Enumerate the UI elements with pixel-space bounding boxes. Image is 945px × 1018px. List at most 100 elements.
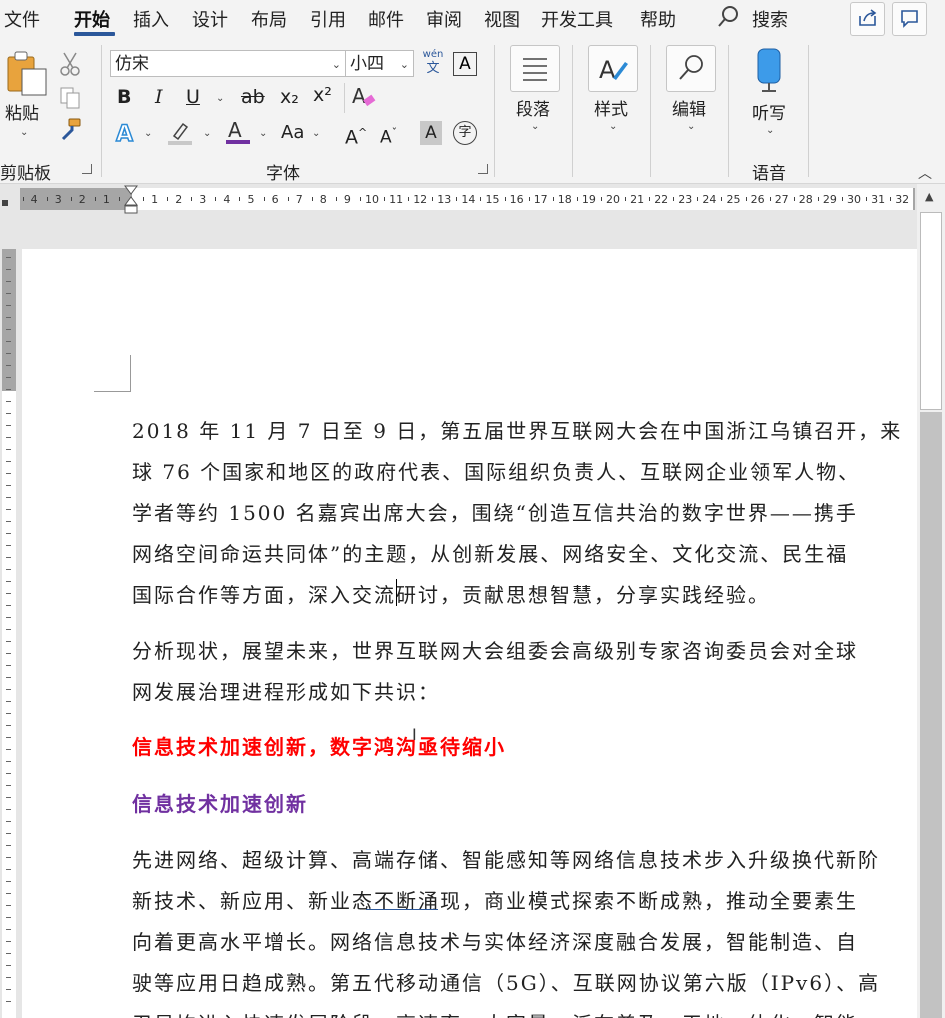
font-name-combo[interactable]: 仿宋 ⌄	[110, 50, 346, 77]
tab-references[interactable]: 引用	[310, 6, 346, 32]
scrollbar-thumb[interactable]	[920, 212, 942, 410]
enclose-characters-button[interactable]: 字	[453, 121, 477, 145]
ruler-tick	[287, 197, 289, 201]
paragraph-dropdown-icon[interactable]: ⌄	[531, 121, 539, 132]
subscript-button[interactable]: x₂	[280, 85, 299, 109]
svg-text:A: A	[228, 118, 242, 142]
superscript-button[interactable]: x²	[313, 83, 332, 107]
tab-mailings[interactable]: 邮件	[368, 6, 404, 32]
heading-level1[interactable]: 信息技术加速创新，数字鸿沟亟待缩小	[132, 731, 506, 760]
ruler-number: 4	[30, 193, 38, 206]
paste-dropdown-icon[interactable]: ⌄	[20, 127, 28, 138]
vruler-tick	[6, 545, 11, 546]
cut-icon[interactable]	[58, 51, 82, 81]
character-border-icon[interactable]: A	[453, 52, 477, 76]
scrollbar-track[interactable]	[920, 412, 942, 1018]
para1-line2[interactable]: 球 76 个国家和地区的政府代表、国际组织负责人、互联网企业领军人物、	[132, 456, 860, 485]
phonetic-guide-button[interactable]: wén 文	[420, 49, 446, 77]
share-button[interactable]	[850, 2, 885, 36]
editing-dropdown-icon[interactable]: ⌄	[687, 121, 695, 132]
vruler-tick	[6, 977, 11, 978]
ruler-number: 20	[606, 193, 620, 206]
tab-insert[interactable]: 插入	[133, 6, 169, 32]
underline-dropdown-icon[interactable]: ⌄	[216, 93, 224, 104]
highlight-color-icon[interactable]	[166, 119, 194, 151]
para3-line1[interactable]: 先进网络、超级计算、高端存储、智能感知等网络信息技术步入升级换代新阶	[132, 844, 880, 873]
para3-line2[interactable]: 新技术、新应用、新业态不断涌现，商业模式探索不断成熟，推动全要素生	[132, 885, 858, 914]
para3-line3[interactable]: 向着更高水平增长。网络信息技术与实体经济深度融合发展，智能制造、自	[132, 926, 858, 955]
font-color-dropdown-icon[interactable]: ⌄	[259, 128, 267, 139]
para1-line5[interactable]: 国际合作等方面，深入交流研讨，贡献思想智慧，分享实践经验。	[132, 579, 770, 608]
highlight-dropdown-icon[interactable]: ⌄	[203, 128, 211, 139]
search-icon[interactable]	[716, 4, 740, 34]
heading-level2[interactable]: 信息技术加速创新	[132, 788, 308, 817]
para2-line1[interactable]: 分析现状，展望未来，世界互联网大会组委会高级别专家咨询委员会对全球	[132, 635, 858, 664]
ruler-number: 6	[271, 193, 279, 206]
font-color-icon[interactable]: A	[224, 117, 252, 151]
font-size-combo[interactable]: 小四 ⌄	[345, 50, 414, 77]
tab-view[interactable]: 视图	[484, 6, 520, 32]
text-effects-dropdown-icon[interactable]: ⌄	[144, 128, 152, 139]
ruler-tick	[359, 197, 361, 201]
character-shading-button[interactable]: A	[420, 121, 442, 145]
comments-button[interactable]	[892, 2, 927, 36]
underline-button[interactable]: U	[186, 85, 200, 109]
para3-line5[interactable]: 卫星均进入快速发展阶段，高速率、大容量、泛在普及、天地一体化、智能	[132, 1008, 858, 1018]
ruler-tick	[46, 197, 48, 201]
paragraph-icon	[523, 58, 547, 81]
separator	[101, 45, 102, 177]
vruler-tick	[6, 725, 11, 726]
clipboard-launcher-icon[interactable]	[82, 164, 92, 174]
bold-button[interactable]: B	[117, 85, 131, 109]
tab-home[interactable]: 开始	[74, 6, 110, 32]
scroll-up-icon[interactable]: ▲	[925, 190, 933, 203]
tab-review[interactable]: 审阅	[426, 6, 462, 32]
search-label[interactable]: 搜索	[752, 6, 788, 32]
strikethrough-button[interactable]: ab	[241, 85, 265, 109]
text-effects-icon[interactable]: A	[113, 119, 141, 151]
shrink-font-button[interactable]: Aˇ	[380, 121, 397, 150]
tab-file[interactable]: 文件	[4, 6, 40, 32]
italic-button[interactable]: I	[155, 85, 163, 109]
styles-button[interactable]: A	[588, 45, 638, 92]
separator	[572, 45, 573, 177]
document-page[interactable]: 2018 年 11 月 7 日至 9 日，第五届世界互联网大会在中国浙江乌镇召开…	[22, 249, 917, 1018]
para1-line3[interactable]: 学者等约 1500 名嘉宾出席大会，围绕“创造互信共治的数字世界——携手	[132, 497, 858, 526]
ruler-tick	[697, 197, 699, 201]
tab-help[interactable]: 帮助	[640, 6, 676, 32]
editing-button[interactable]	[666, 45, 716, 92]
font-launcher-icon[interactable]	[478, 164, 488, 174]
para1-line4[interactable]: 网络空间命运共同体”的主题，从创新发展、网络安全、文化交流、民生福	[132, 538, 848, 567]
change-case-dropdown-icon[interactable]: ⌄	[312, 128, 320, 139]
styles-label: 样式	[594, 100, 628, 120]
vruler-tick	[6, 761, 11, 762]
vruler-tick	[6, 317, 11, 318]
copy-icon[interactable]	[58, 85, 82, 115]
chevron-down-icon[interactable]: ⌄	[332, 51, 341, 78]
clear-formatting-icon[interactable]: A	[350, 83, 378, 115]
format-painter-icon[interactable]	[57, 117, 83, 147]
grow-font-button[interactable]: A^	[345, 121, 367, 149]
tab-design[interactable]: 设计	[192, 6, 228, 32]
styles-dropdown-icon[interactable]: ⌄	[609, 121, 617, 132]
tab-selector-icon[interactable]	[2, 200, 8, 206]
vruler-tick	[6, 401, 11, 402]
vruler-tick	[6, 521, 11, 522]
vruler-tick	[6, 581, 11, 582]
dictate-dropdown-icon[interactable]: ⌄	[766, 125, 774, 136]
ruler-number: 7	[295, 193, 303, 206]
ruler-number: 25	[726, 193, 741, 206]
dictate-button[interactable]	[752, 47, 786, 95]
tab-developer[interactable]: 开发工具	[541, 6, 613, 32]
chevron-down-icon[interactable]: ⌄	[400, 51, 409, 78]
para1-line1[interactable]: 2018 年 11 月 7 日至 9 日，第五届世界互联网大会在中国浙江乌镇召开…	[132, 415, 902, 444]
para3-line4[interactable]: 驶等应用日趋成熟。第五代移动通信（5G）、互联网协议第六版（IPv6）、高	[132, 967, 880, 996]
vruler-tick	[6, 905, 11, 906]
tab-layout[interactable]: 布局	[251, 6, 287, 32]
para2-line2[interactable]: 网发展治理进程形成如下共识：	[132, 676, 440, 705]
paragraph-button[interactable]	[510, 45, 560, 92]
vertical-scrollbar[interactable]: ▲	[917, 184, 945, 1018]
vruler-tick	[6, 425, 11, 426]
change-case-button[interactable]: Aa	[281, 121, 304, 145]
collapse-ribbon-icon[interactable]: ︿	[918, 163, 932, 183]
